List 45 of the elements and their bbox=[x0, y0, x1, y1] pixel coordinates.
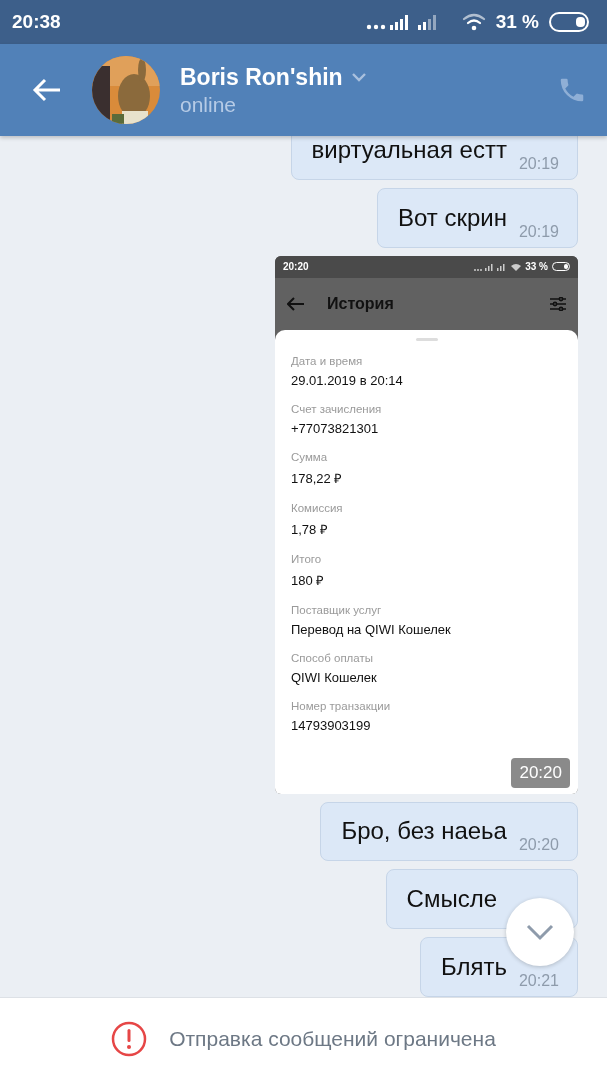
message-time: 20:21 bbox=[518, 972, 559, 990]
field-value: +77073821301 bbox=[291, 420, 380, 436]
filter-icon[interactable] bbox=[550, 296, 566, 311]
message-text: Блять bbox=[440, 952, 507, 983]
field-label: Номер транзакции bbox=[291, 699, 392, 712]
field-value: QIWI Кошелек bbox=[291, 669, 378, 685]
wifi-icon bbox=[461, 13, 486, 31]
message-text: Бро, без наеьа bbox=[341, 816, 507, 847]
field-label: Способ оплаты bbox=[291, 651, 374, 664]
battery-icon bbox=[552, 262, 570, 272]
message-time: 20:20 bbox=[518, 836, 559, 855]
message-text: виртуальная естт bbox=[311, 136, 507, 165]
chevron-down-icon[interactable] bbox=[350, 72, 367, 82]
field-label: Сумма bbox=[291, 450, 329, 463]
drag-handle[interactable] bbox=[415, 337, 438, 341]
warning-icon bbox=[111, 1021, 148, 1057]
chevron-down-icon bbox=[525, 923, 555, 941]
wifi-icon bbox=[511, 262, 522, 271]
field-label: Комиссия bbox=[291, 501, 344, 514]
message-time: 20:19 bbox=[518, 154, 559, 173]
contact-name[interactable]: Boris Ron'shin bbox=[180, 63, 343, 91]
message-text: Смысле bbox=[406, 884, 497, 915]
message-time: 20:19 bbox=[518, 222, 559, 241]
battery-level: 33 % bbox=[525, 261, 548, 273]
field-label: Поставщик услуг bbox=[291, 603, 383, 616]
status-time: 20:20 bbox=[283, 261, 310, 273]
field-label: Итого bbox=[291, 552, 323, 565]
back-icon[interactable] bbox=[287, 296, 305, 311]
field-value: 1,78 ₽ bbox=[291, 520, 329, 538]
restriction-notice: Отправка сообщений ограничена bbox=[169, 1027, 496, 1051]
battery-level: 31 % bbox=[495, 11, 539, 33]
field-value: 178,22 ₽ bbox=[291, 469, 344, 487]
field-value: 14793903199 bbox=[291, 717, 372, 733]
field-value: 180 ₽ bbox=[291, 571, 326, 589]
contact-status: online bbox=[180, 92, 238, 117]
message-text: Вот скрин bbox=[397, 202, 507, 233]
field-label: Счет зачисления bbox=[291, 402, 383, 415]
message-time: 20:20 bbox=[511, 757, 570, 788]
field-value: 29.01.2019 в 20:14 bbox=[291, 372, 404, 388]
field-label: Дата и время bbox=[291, 354, 364, 367]
signal-icon bbox=[473, 262, 508, 271]
status-time: 20:38 bbox=[12, 11, 62, 33]
battery-icon bbox=[549, 12, 589, 32]
screen-title: История bbox=[327, 294, 395, 313]
field-value: Перевод на QIWI Кошелек bbox=[291, 621, 452, 637]
